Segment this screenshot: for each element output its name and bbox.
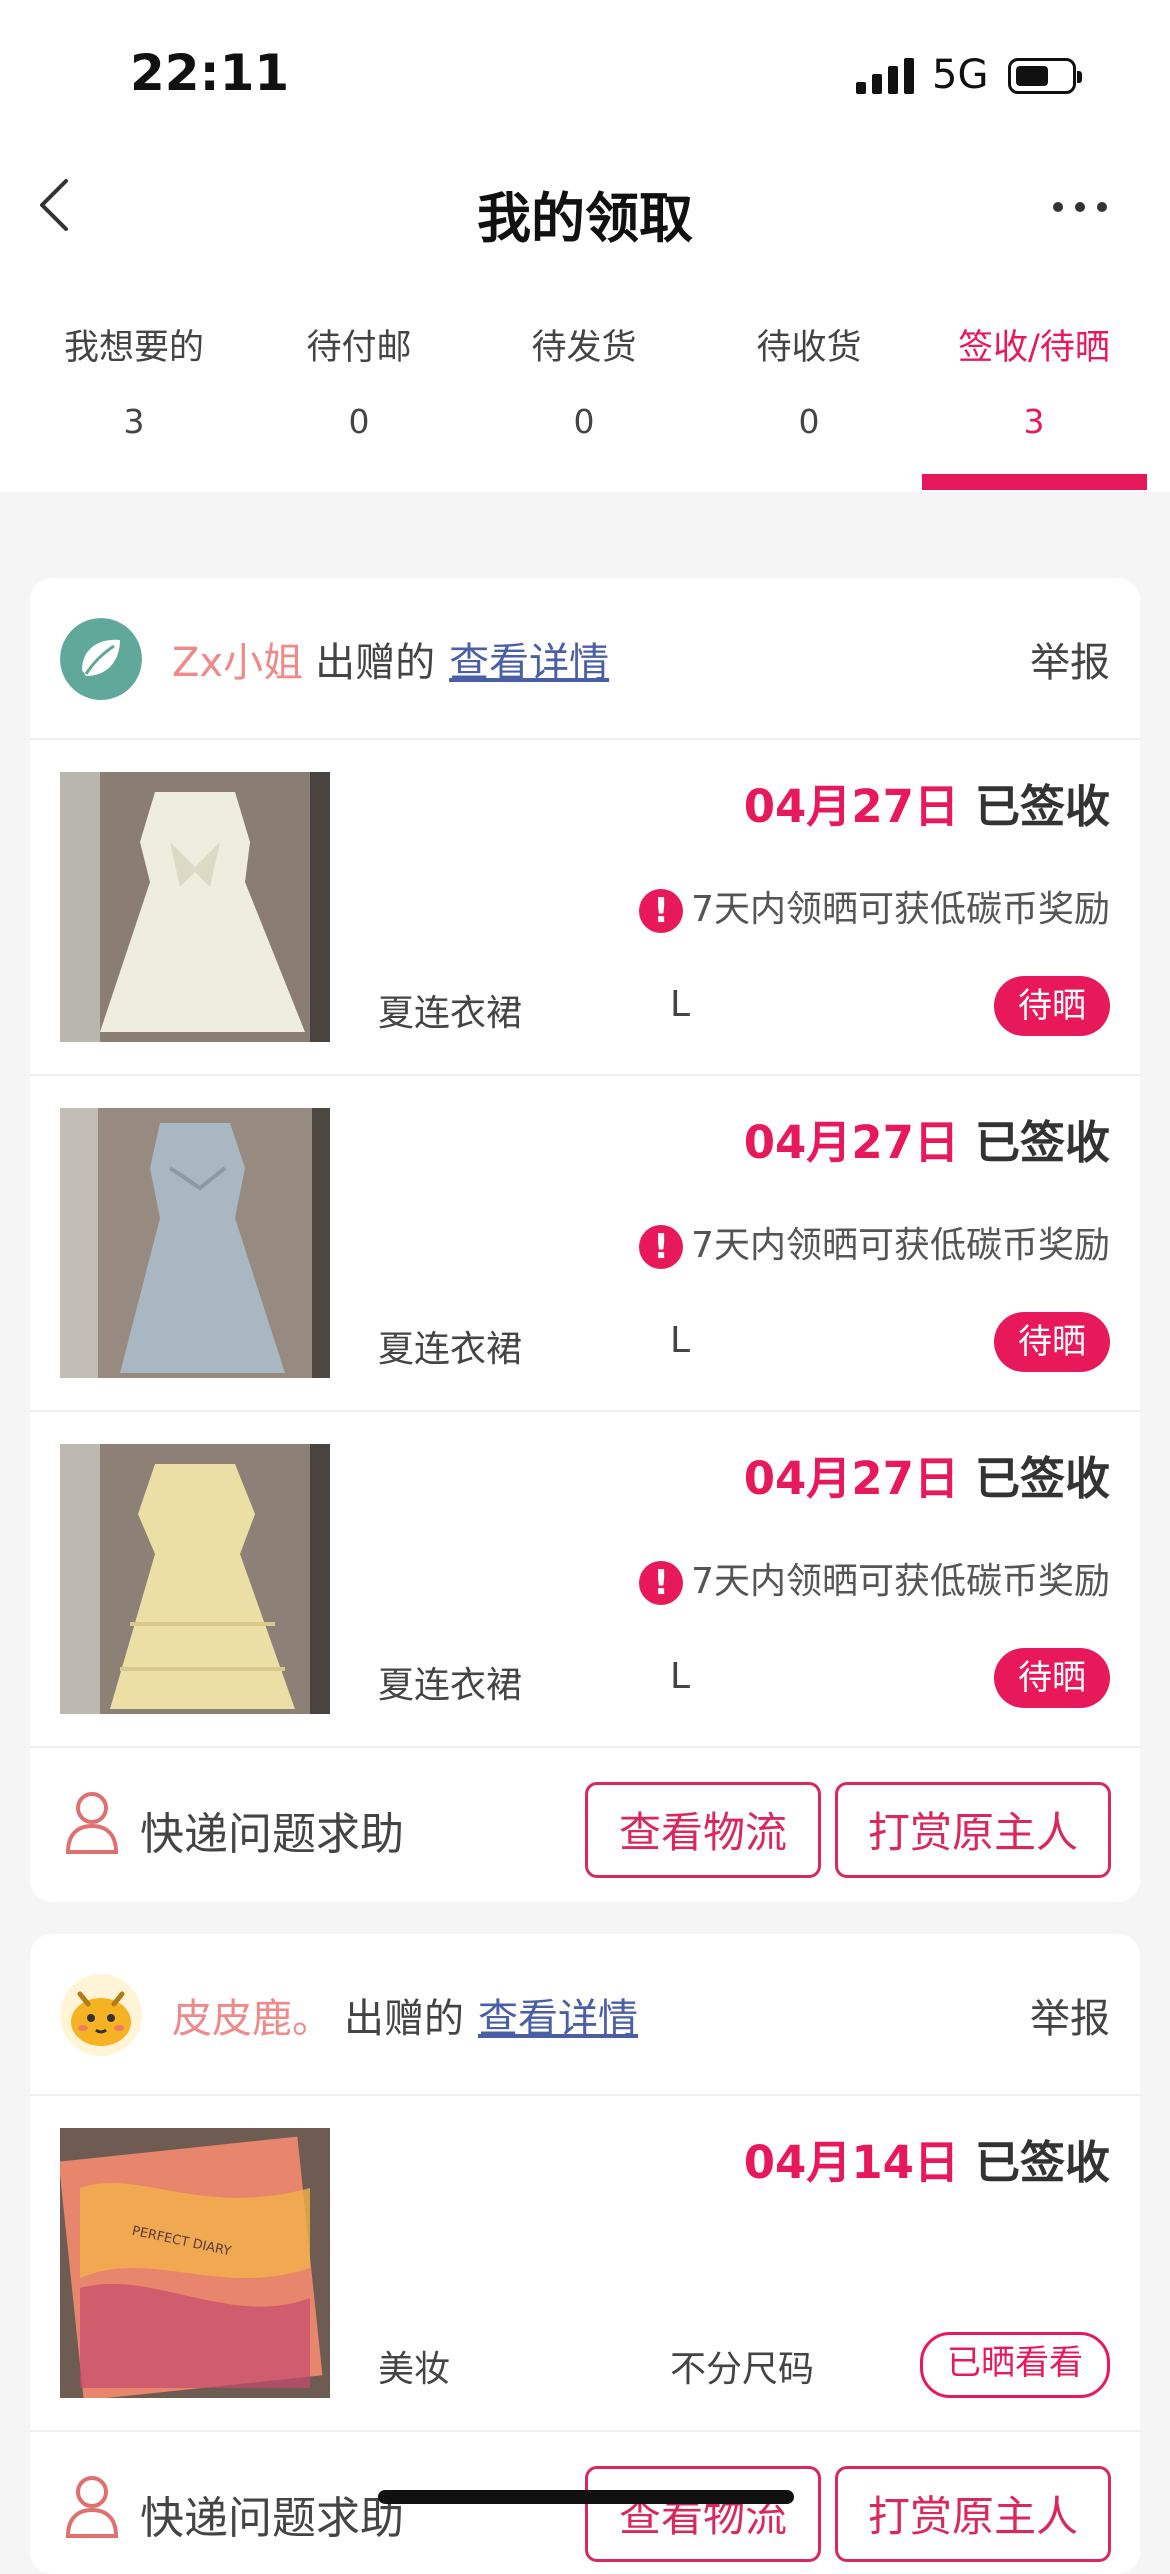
tab-pending-postage[interactable]: 待付邮 0 bbox=[247, 318, 471, 441]
view-logistics-button[interactable]: 查看物流 bbox=[585, 1782, 821, 1878]
category-label: 夏连衣裙 bbox=[378, 1329, 523, 1370]
tab-received-to-share[interactable]: 签收/待晒 3 bbox=[922, 318, 1146, 441]
category-label: 夏连衣裙 bbox=[378, 1665, 523, 1706]
status-time: 22:11 bbox=[130, 44, 290, 102]
product-image bbox=[60, 1108, 330, 1378]
status-value: 已签收 bbox=[974, 1116, 1110, 1169]
status-value: 已签收 bbox=[974, 2136, 1110, 2189]
express-help-link[interactable]: 快递问题求助 bbox=[140, 1798, 404, 1862]
date-value: 04月14日 bbox=[743, 2136, 959, 2189]
sign-date: 04月27日 已签收 bbox=[744, 1442, 1110, 1507]
avatar[interactable] bbox=[60, 618, 142, 700]
battery-icon bbox=[1008, 58, 1082, 94]
tab-pending-shipment[interactable]: 待发货 0 bbox=[472, 318, 696, 441]
category-label: 美妆 bbox=[378, 2349, 451, 2390]
more-icon[interactable] bbox=[1050, 192, 1110, 222]
top-area: 22:11 5G 我的领取 我想要的 3 待付邮 0 待发货 0 待收货 0 签… bbox=[0, 0, 1170, 492]
signal-icon bbox=[856, 58, 914, 94]
list-item[interactable]: 04月27日 已签收 ! 7天内领晒可获低碳币奖励 夏连衣裙 L 待晒 bbox=[30, 1076, 1140, 1412]
person-icon bbox=[65, 2476, 119, 2538]
product-image: PERFECT DIARY bbox=[60, 2128, 330, 2398]
tab-count: 3 bbox=[1023, 402, 1045, 441]
tab-wanted[interactable]: 我想要的 3 bbox=[22, 318, 246, 441]
reward-hint: ! 7天内领晒可获低碳币奖励 bbox=[639, 1216, 1110, 1269]
view-details-link[interactable]: 查看详情 bbox=[478, 1996, 638, 2042]
product-image bbox=[60, 1444, 330, 1714]
hint-text: 7天内领晒可获低碳币奖励 bbox=[691, 1225, 1110, 1266]
page-title: 我的领取 bbox=[477, 187, 693, 250]
giver-line: 皮皮鹿。 出赠的 查看详情 bbox=[172, 1986, 638, 2044]
tip-owner-button[interactable]: 打赏原主人 bbox=[835, 1782, 1111, 1878]
tab-count: 0 bbox=[348, 402, 370, 441]
active-tab-indicator bbox=[922, 474, 1147, 490]
avatar[interactable] bbox=[60, 1974, 142, 2056]
tab-pending-receipt[interactable]: 待收货 0 bbox=[697, 318, 921, 441]
order-card: 皮皮鹿。 出赠的 查看详情 举报 PERFECT DIARY 04月14日 已签收 美… bbox=[30, 1934, 1140, 2574]
product-image bbox=[60, 772, 330, 1042]
view-details-link[interactable]: 查看详情 bbox=[449, 640, 609, 686]
tab-label: 待收货 bbox=[756, 328, 862, 368]
sign-date: 04月14日 已签收 bbox=[744, 2126, 1110, 2191]
home-indicator[interactable] bbox=[378, 2490, 794, 2504]
sign-date: 04月27日 已签收 bbox=[744, 770, 1110, 835]
tab-label: 待发货 bbox=[531, 328, 637, 368]
tab-count: 0 bbox=[573, 402, 595, 441]
giver-line: Zx小姐 出赠的 查看详情 bbox=[172, 630, 609, 688]
status-value: 已签收 bbox=[974, 780, 1110, 833]
card-footer: 快递问题求助 查看物流 打赏原主人 bbox=[30, 1748, 1140, 1902]
tab-label: 待付邮 bbox=[306, 328, 412, 368]
tip-owner-button[interactable]: 打赏原主人 bbox=[835, 2466, 1111, 2562]
tab-label: 签收/待晒 bbox=[958, 328, 1110, 368]
alert-icon: ! bbox=[639, 1561, 684, 1605]
share-badge[interactable]: 待晒 bbox=[994, 1312, 1110, 1372]
list-item[interactable]: PERFECT DIARY 04月14日 已签收 美妆 不分尺码 已晒看看 bbox=[30, 2096, 1140, 2432]
network-label: 5G bbox=[932, 52, 989, 98]
hint-text: 7天内领晒可获低碳币奖励 bbox=[691, 889, 1110, 930]
alert-icon: ! bbox=[639, 1225, 684, 1269]
report-button[interactable]: 举报 bbox=[1030, 1986, 1110, 2044]
size-label: L bbox=[670, 1656, 691, 1697]
person-icon bbox=[65, 1792, 119, 1854]
tab-count: 0 bbox=[798, 402, 820, 441]
status-value: 已签收 bbox=[974, 1452, 1110, 1505]
alert-icon: ! bbox=[639, 889, 684, 933]
express-help-link[interactable]: 快递问题求助 bbox=[140, 2482, 404, 2546]
sign-date: 04月27日 已签收 bbox=[744, 1106, 1110, 1171]
giver-nickname[interactable]: 皮皮鹿。 bbox=[172, 1996, 332, 2042]
status-tabs: 我想要的 3 待付邮 0 待发货 0 待收货 0 签收/待晒 3 bbox=[0, 318, 1170, 492]
gives-label: 出赠的 bbox=[315, 640, 436, 686]
gives-label: 出赠的 bbox=[344, 1996, 464, 2042]
giver-nickname[interactable]: Zx小姐 bbox=[172, 640, 303, 686]
date-value: 04月27日 bbox=[743, 780, 959, 833]
hint-text: 7天内领晒可获低碳币奖励 bbox=[691, 1561, 1110, 1602]
list-item[interactable]: 04月27日 已签收 ! 7天内领晒可获低碳币奖励 夏连衣裙 L 待晒 bbox=[30, 740, 1140, 1076]
tab-label: 我想要的 bbox=[63, 328, 204, 368]
size-label: L bbox=[670, 1320, 691, 1361]
size-label: 不分尺码 bbox=[670, 2349, 815, 2390]
date-value: 04月27日 bbox=[743, 1116, 959, 1169]
view-shared-badge[interactable]: 已晒看看 bbox=[920, 2332, 1110, 2398]
reward-hint: ! 7天内领晒可获低碳币奖励 bbox=[639, 1552, 1110, 1605]
card-header: 皮皮鹿。 出赠的 查看详情 举报 bbox=[30, 1934, 1140, 2096]
list-item[interactable]: 04月27日 已签收 ! 7天内领晒可获低碳币奖励 夏连衣裙 L 待晒 bbox=[30, 1412, 1140, 1748]
size-label: L bbox=[670, 984, 691, 1025]
order-card: Zx小姐 出赠的 查看详情 举报 04月27日 已签收 ! 7天内领晒可获低碳币奖励 夏… bbox=[30, 578, 1140, 1902]
report-button[interactable]: 举报 bbox=[1030, 630, 1110, 688]
share-badge[interactable]: 待晒 bbox=[994, 976, 1110, 1036]
view-logistics-button[interactable]: 查看物流 bbox=[585, 2466, 821, 2562]
share-badge[interactable]: 待晒 bbox=[994, 1648, 1110, 1708]
date-value: 04月27日 bbox=[743, 1452, 959, 1505]
card-header: Zx小姐 出赠的 查看详情 举报 bbox=[30, 578, 1140, 740]
tab-count: 3 bbox=[123, 402, 145, 441]
category-label: 夏连衣裙 bbox=[378, 993, 523, 1034]
reward-hint: ! 7天内领晒可获低碳币奖励 bbox=[639, 880, 1110, 933]
